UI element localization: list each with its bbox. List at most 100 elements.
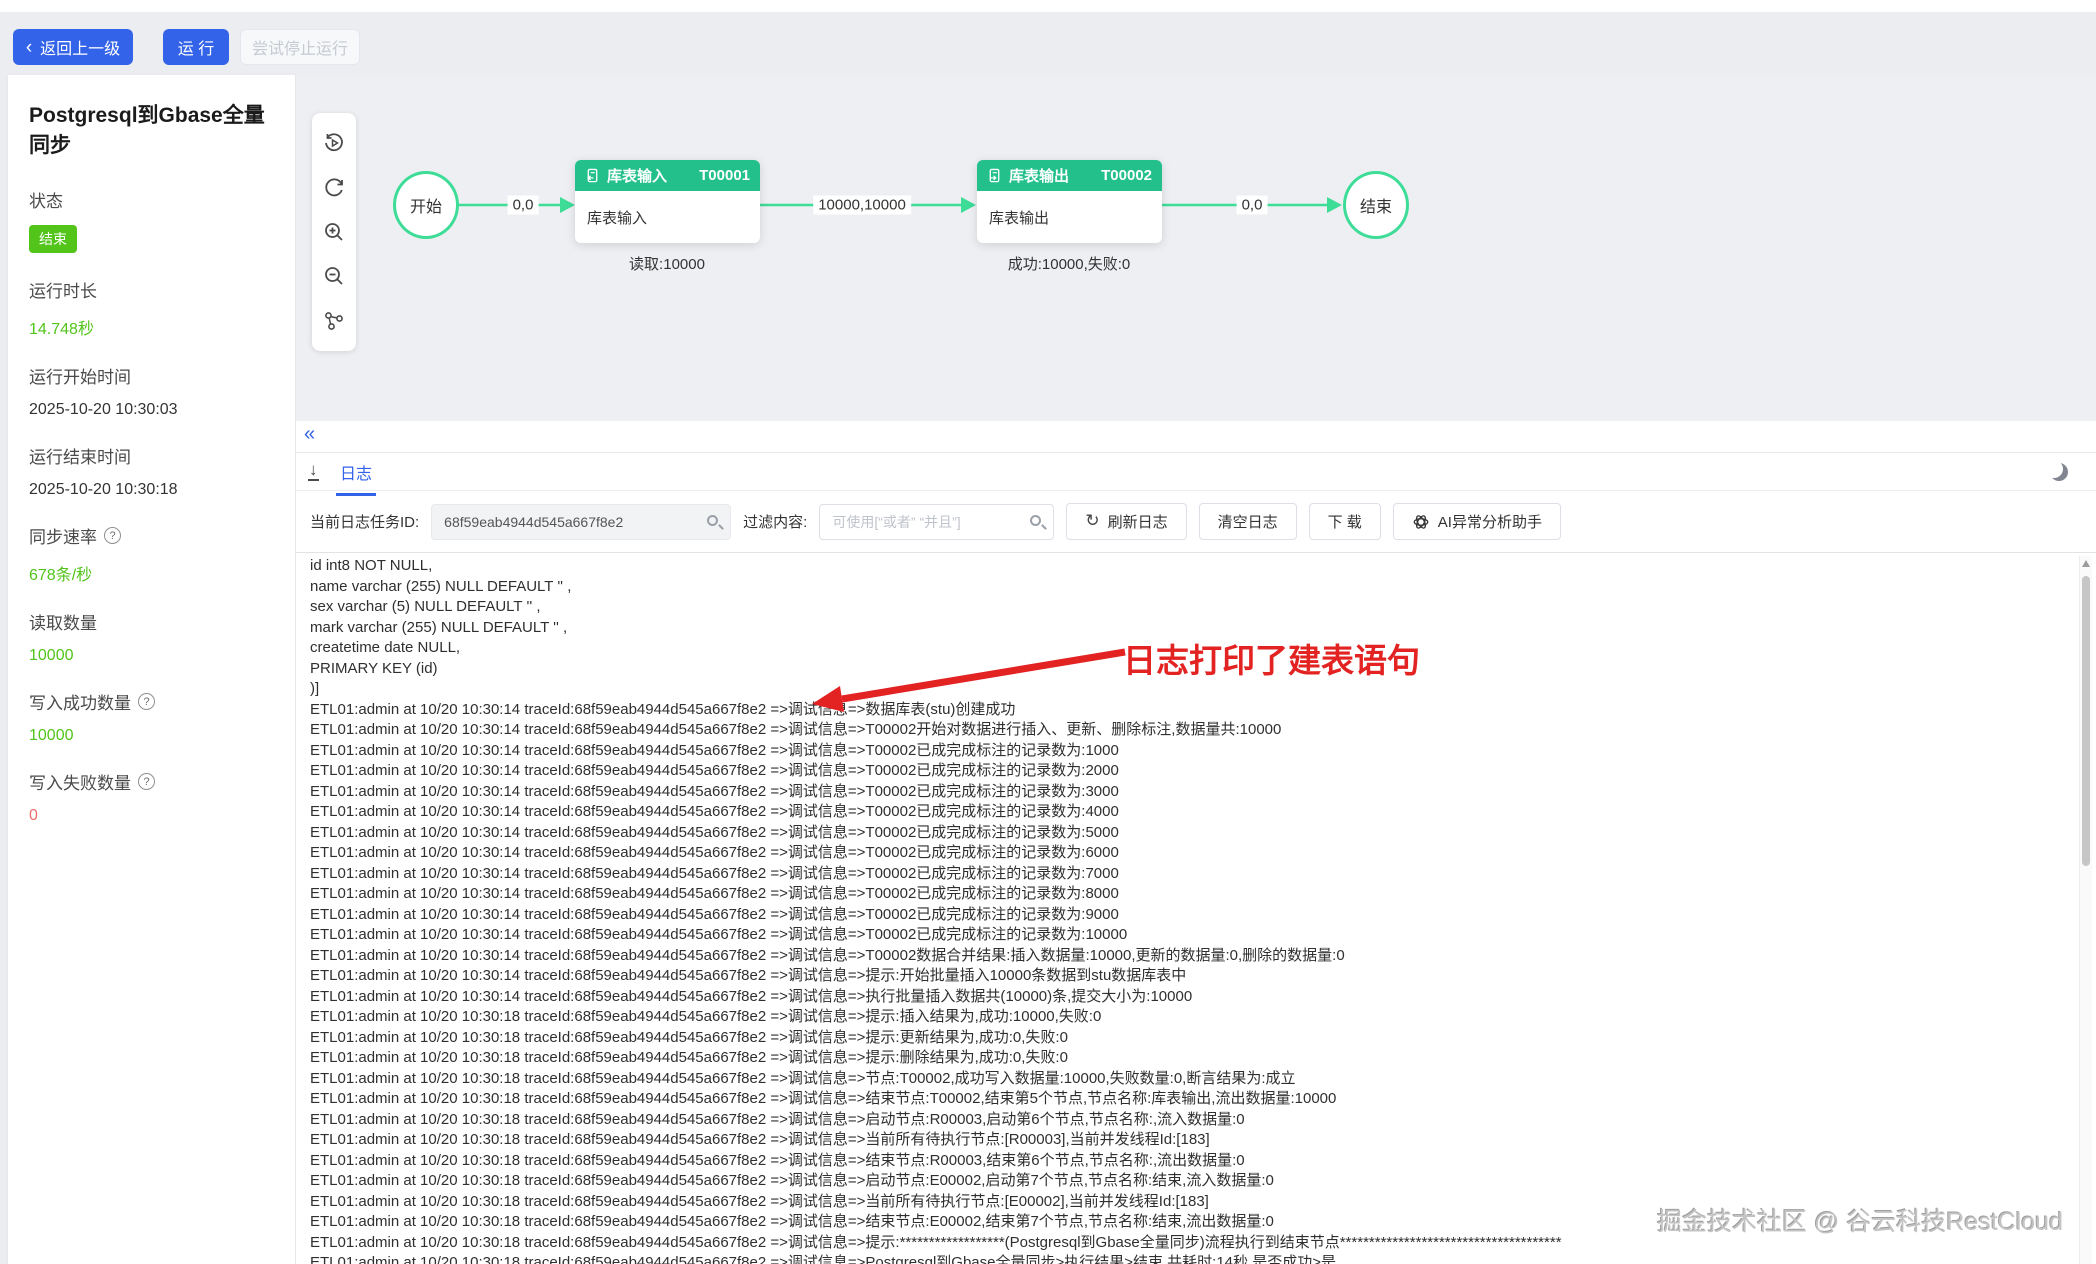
stat-value: 10000 — [29, 727, 277, 745]
log-line: ETL01:admin at 10/20 10:30:14 traceId:68… — [310, 802, 2076, 823]
stat-label: 运行结束时间 — [29, 443, 277, 468]
log-line: sex varchar (5) NULL DEFAULT '' , — [310, 597, 2076, 618]
node-id: T00001 — [699, 167, 750, 184]
ai-analysis-button[interactable]: AI异常分析助手 — [1393, 503, 1561, 540]
log-line: ETL01:admin at 10/20 10:30:14 traceId:68… — [310, 720, 2076, 741]
table-input-node-header: 库表输入 T00001 — [575, 160, 760, 191]
log-line: ETL01:admin at 10/20 10:30:14 traceId:68… — [310, 987, 2076, 1008]
filter-input[interactable] — [832, 514, 1019, 530]
log-line: ETL01:admin at 10/20 10:30:18 traceId:68… — [310, 1151, 2076, 1172]
clear-log-button[interactable]: 清空日志 — [1199, 503, 1297, 540]
stop-button[interactable]: 尝试停止运行 — [240, 29, 360, 65]
table-input-stat: 读取:10000 — [629, 253, 705, 274]
stat-label: 状态 — [29, 187, 277, 212]
edge-count-label: 0,0 — [508, 196, 539, 215]
table-input-node[interactable]: 库表输入 T00001 库表输入 — [575, 160, 760, 243]
log-line: ETL01:admin at 10/20 10:30:18 traceId:68… — [310, 1007, 2076, 1028]
scroll-up-arrow-icon[interactable] — [2082, 560, 2090, 567]
collapse-panel-icon[interactable]: « — [304, 423, 315, 446]
dark-mode-moon-icon[interactable] — [2050, 463, 2068, 481]
search-icon[interactable] — [707, 515, 718, 526]
stat-value: 10000 — [29, 647, 277, 665]
refresh-icon[interactable] — [321, 175, 347, 201]
task-id-label: 当前日志任务ID: — [310, 511, 419, 532]
log-line: ETL01:admin at 10/20 10:30:18 traceId:68… — [310, 1089, 2076, 1110]
task-id-input-wrap — [431, 504, 731, 540]
table-output-node-header: 库表输出 T00002 — [977, 160, 1162, 191]
flow-canvas[interactable]: 开始 库表输入 T00001 库表输入 读取:10000 库表输出 T00002… — [296, 75, 2096, 421]
sidebar-stats: 状态结束运行时长14.748秒运行开始时间2025-10-20 10:30:03… — [29, 187, 277, 825]
node-type-label: 库表输出 — [1009, 165, 1069, 186]
stat-value: 678条/秒 — [29, 561, 277, 585]
help-icon[interactable]: ? — [104, 527, 121, 544]
stat-label: 同步速率? — [29, 523, 277, 548]
stat-label: 运行时长 — [29, 277, 277, 302]
zoom-in-icon[interactable] — [321, 219, 347, 245]
edge-count-label: 10000,10000 — [813, 196, 911, 215]
log-line: ETL01:admin at 10/20 10:30:18 traceId:68… — [310, 1069, 2076, 1090]
stat-value: 2025-10-20 10:30:18 — [29, 481, 277, 499]
log-tabbar: ↓ 日志 — [296, 453, 2096, 491]
download-log-label: 下 载 — [1328, 511, 1362, 532]
help-icon[interactable]: ? — [138, 773, 155, 790]
log-line: name varchar (255) NULL DEFAULT '' , — [310, 577, 2076, 598]
doc-output-icon — [987, 168, 1002, 183]
sidebar-stat-group: 读取数量 10000 — [29, 609, 277, 665]
search-icon[interactable] — [1030, 515, 1041, 526]
download-log-button[interactable]: 下 载 — [1309, 503, 1381, 540]
chevron-left-icon: ‹ — [26, 38, 32, 57]
log-line: ETL01:admin at 10/20 10:30:14 traceId:68… — [310, 700, 2076, 721]
top-white-strip — [0, 0, 2096, 12]
ai-logo-icon — [1412, 513, 1430, 531]
zoom-out-icon[interactable] — [321, 263, 347, 289]
run-button[interactable]: 运 行 — [163, 29, 229, 65]
doc-input-icon — [585, 168, 600, 183]
node-body-label: 库表输出 — [977, 191, 1162, 243]
sidebar-stat-group: 状态结束 — [29, 187, 277, 253]
log-line: ETL01:admin at 10/20 10:30:14 traceId:68… — [310, 946, 2076, 967]
help-icon[interactable]: ? — [138, 693, 155, 710]
scrollbar-thumb[interactable] — [2082, 576, 2090, 866]
node-body-label: 库表输入 — [575, 191, 760, 243]
table-output-node[interactable]: 库表输出 T00002 库表输出 — [977, 160, 1162, 243]
log-scrollbar[interactable] — [2079, 556, 2092, 1264]
log-line: ETL01:admin at 10/20 10:30:14 traceId:68… — [310, 782, 2076, 803]
log-line: ETL01:admin at 10/20 10:30:18 traceId:68… — [310, 1048, 2076, 1069]
history-reset-icon[interactable] — [321, 130, 347, 156]
refresh-icon: ↻ — [1085, 513, 1099, 530]
log-line: id int8 NOT NULL, — [310, 556, 2076, 577]
log-line: ETL01:admin at 10/20 10:30:14 traceId:68… — [310, 741, 2076, 762]
annotation-text: 日志打印了建表语句 — [1123, 634, 1420, 682]
clear-log-label: 清空日志 — [1218, 511, 1278, 532]
stat-label: 读取数量 — [29, 609, 277, 634]
auto-layout-icon[interactable] — [321, 308, 347, 334]
watermark: 掘金技术社区 @ 谷云科技RestCloud — [1657, 1202, 2063, 1238]
log-line: ETL01:admin at 10/20 10:30:14 traceId:68… — [310, 925, 2076, 946]
top-toolbar: ‹ 返回上一级 运 行 尝试停止运行 — [0, 12, 2096, 74]
stat-value: 14.748秒 — [29, 315, 277, 339]
refresh-log-button[interactable]: ↻ 刷新日志 — [1066, 503, 1186, 540]
start-node[interactable]: 开始 — [393, 171, 459, 239]
start-node-label: 开始 — [410, 193, 442, 217]
stat-label: 写入失败数量? — [29, 769, 277, 794]
stat-label: 运行开始时间 — [29, 363, 277, 388]
log-line: ETL01:admin at 10/20 10:30:14 traceId:68… — [310, 864, 2076, 885]
log-line: ETL01:admin at 10/20 10:30:14 traceId:68… — [310, 905, 2076, 926]
log-line: ETL01:admin at 10/20 10:30:14 traceId:68… — [310, 884, 2076, 905]
refresh-log-label: 刷新日志 — [1108, 511, 1168, 532]
log-line: )] — [310, 679, 2076, 700]
flow-edges — [296, 75, 2096, 421]
sidebar-stat-group: 同步速率? 678条/秒 — [29, 523, 277, 585]
end-node-label: 结束 — [1360, 193, 1392, 217]
filter-label: 过滤内容: — [743, 511, 807, 532]
download-log-icon[interactable]: ↓ — [308, 461, 319, 481]
log-line: ETL01:admin at 10/20 10:30:18 traceId:68… — [310, 1130, 2076, 1151]
log-line: ETL01:admin at 10/20 10:30:18 traceId:68… — [310, 1028, 2076, 1049]
back-button[interactable]: ‹ 返回上一级 — [13, 29, 133, 65]
edge-count-label: 0,0 — [1237, 196, 1268, 215]
end-node[interactable]: 结束 — [1343, 171, 1409, 239]
stop-button-label: 尝试停止运行 — [252, 35, 348, 59]
ai-analysis-label: AI异常分析助手 — [1438, 511, 1542, 532]
log-line: ETL01:admin at 10/20 10:30:18 traceId:68… — [310, 1253, 2076, 1264]
task-id-input[interactable] — [444, 514, 696, 530]
